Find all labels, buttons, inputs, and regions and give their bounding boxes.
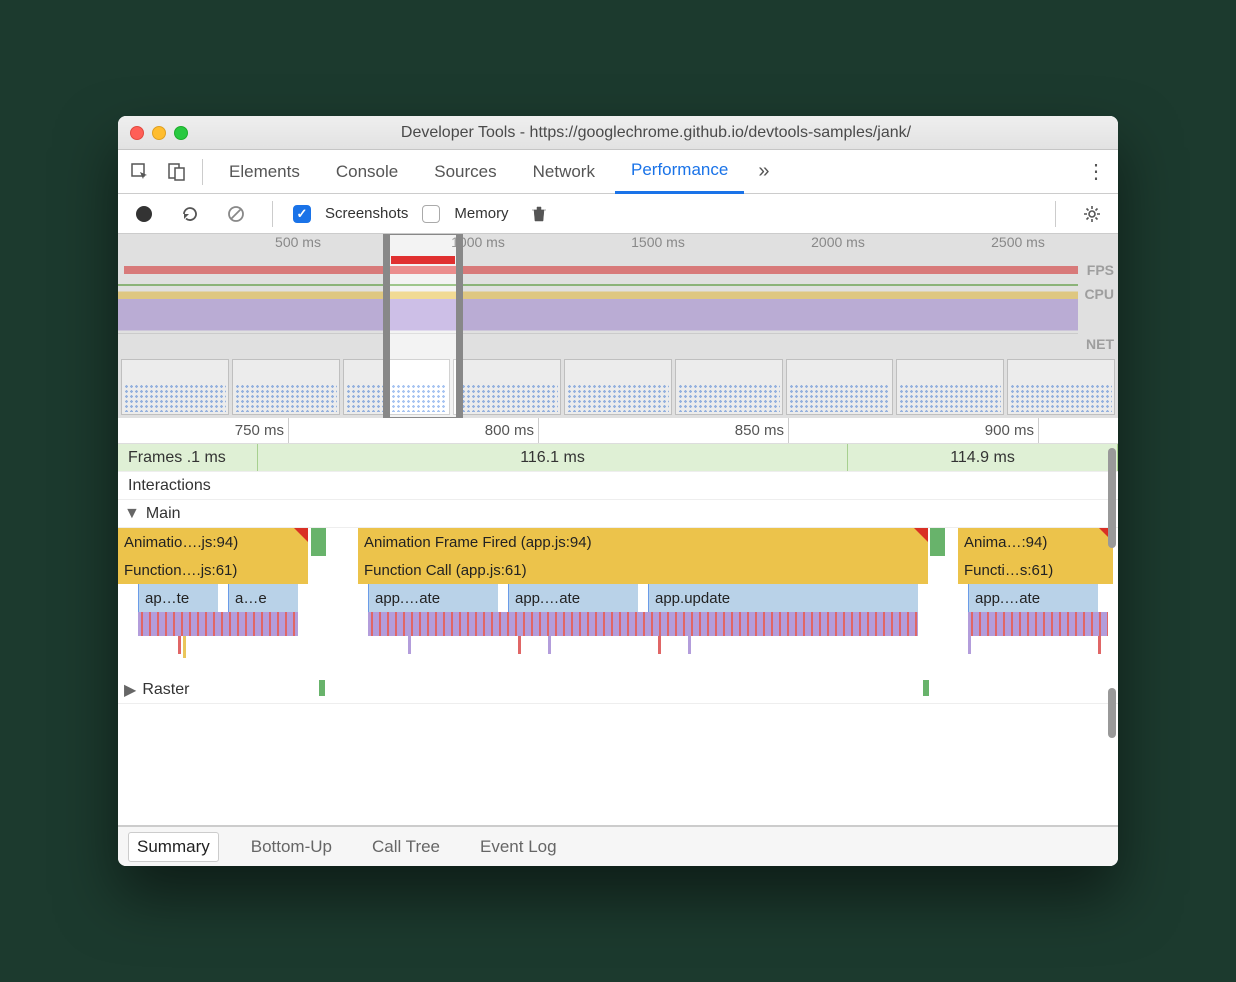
tab-summary[interactable]: Summary: [128, 832, 219, 862]
screenshots-checkbox[interactable]: [293, 205, 311, 223]
overview-mask-left: [118, 234, 383, 418]
scrollbar-thumb[interactable]: [1108, 448, 1116, 548]
titlebar: Developer Tools - https://googlechrome.g…: [118, 116, 1118, 150]
flame-bar[interactable]: Function Call (app.js:61): [358, 556, 928, 584]
divider: [1055, 201, 1056, 227]
device-toggle-icon[interactable]: [160, 156, 192, 188]
flame-track-tiny: [118, 636, 1118, 658]
flame-bar[interactable]: app.…ate: [968, 584, 1098, 612]
window-title: Developer Tools - https://googlechrome.g…: [206, 124, 1106, 142]
divider: [202, 159, 203, 185]
tab-elements[interactable]: Elements: [213, 150, 316, 194]
flame-ruler: 750 ms 800 ms 850 ms 900 ms: [118, 418, 1118, 444]
menu-icon[interactable]: ⋮: [1082, 159, 1112, 184]
main-track-header[interactable]: ▼ Main: [118, 500, 1118, 528]
flame-bar[interactable]: Animation Frame Fired (app.js:94): [358, 528, 928, 556]
flame-track-calls: ap…te a…e app.…ate app.…ate app.update a…: [118, 584, 1118, 612]
flame-bar[interactable]: app.…ate: [368, 584, 498, 612]
raster-track-header[interactable]: ▶ Raster: [118, 676, 1118, 704]
scrollbar-thumb[interactable]: [1108, 688, 1116, 738]
close-icon[interactable]: [130, 126, 144, 140]
memory-label: Memory: [454, 205, 508, 222]
flame-bar[interactable]: app.…ate: [508, 584, 638, 612]
tab-event-log[interactable]: Event Log: [472, 833, 565, 861]
record-button[interactable]: [128, 198, 160, 230]
tab-call-tree[interactable]: Call Tree: [364, 833, 448, 861]
memory-checkbox[interactable]: [422, 205, 440, 223]
chevron-right-icon: ▶: [124, 680, 136, 700]
traffic-lights: [130, 126, 188, 140]
tab-bottom-up[interactable]: Bottom-Up: [243, 833, 340, 861]
panel-tabs: Elements Console Sources Network Perform…: [118, 150, 1118, 194]
trash-icon[interactable]: [523, 198, 555, 230]
frames-row: Frames .1 ms 116.1 ms 114.9 ms: [118, 444, 1118, 472]
flame-bar[interactable]: Function….js:61): [118, 556, 308, 584]
inspect-element-icon[interactable]: [124, 156, 156, 188]
tab-network[interactable]: Network: [517, 150, 611, 194]
flame-bar[interactable]: Functi…s:61): [958, 556, 1113, 584]
flame-bar[interactable]: [311, 528, 326, 556]
overview-mask-right: [463, 234, 1118, 418]
flame-bar[interactable]: a…e: [228, 584, 298, 612]
clear-icon[interactable]: [220, 198, 252, 230]
reload-icon[interactable]: [174, 198, 206, 230]
interactions-row: Interactions: [118, 472, 1118, 500]
overview-pane[interactable]: 500 ms 1000 ms 1500 ms 2000 ms 2500 ms F…: [118, 234, 1118, 418]
flame-bar[interactable]: [930, 528, 945, 556]
flame-bar[interactable]: app.update: [648, 584, 918, 612]
tab-performance[interactable]: Performance: [615, 150, 744, 194]
zoom-icon[interactable]: [174, 126, 188, 140]
perf-toolbar: Screenshots Memory: [118, 194, 1118, 234]
details-tabs: Summary Bottom-Up Call Tree Event Log: [118, 826, 1118, 866]
flame-track-func: Function….js:61) Function Call (app.js:6…: [118, 556, 1118, 584]
divider: [272, 201, 273, 227]
settings-gear-icon[interactable]: [1076, 198, 1108, 230]
flame-track-layout: [118, 612, 1118, 636]
screenshots-label: Screenshots: [325, 205, 408, 222]
tabs-overflow-icon[interactable]: »: [748, 160, 779, 183]
tab-sources[interactable]: Sources: [418, 150, 512, 194]
flamechart-pane[interactable]: 750 ms 800 ms 850 ms 900 ms Frames .1 ms…: [118, 418, 1118, 826]
flame-bar[interactable]: Anima…:94): [958, 528, 1113, 556]
minimize-icon[interactable]: [152, 126, 166, 140]
tab-console[interactable]: Console: [320, 150, 414, 194]
flame-track-anim: Animatio….js:94) Animation Frame Fired (…: [118, 528, 1118, 556]
flame-bar[interactable]: ap…te: [138, 584, 218, 612]
overview-selection-handle[interactable]: [383, 234, 463, 418]
flame-bar[interactable]: Animatio….js:94): [118, 528, 308, 556]
chevron-down-icon: ▼: [124, 505, 140, 523]
devtools-window: Developer Tools - https://googlechrome.g…: [118, 116, 1118, 866]
